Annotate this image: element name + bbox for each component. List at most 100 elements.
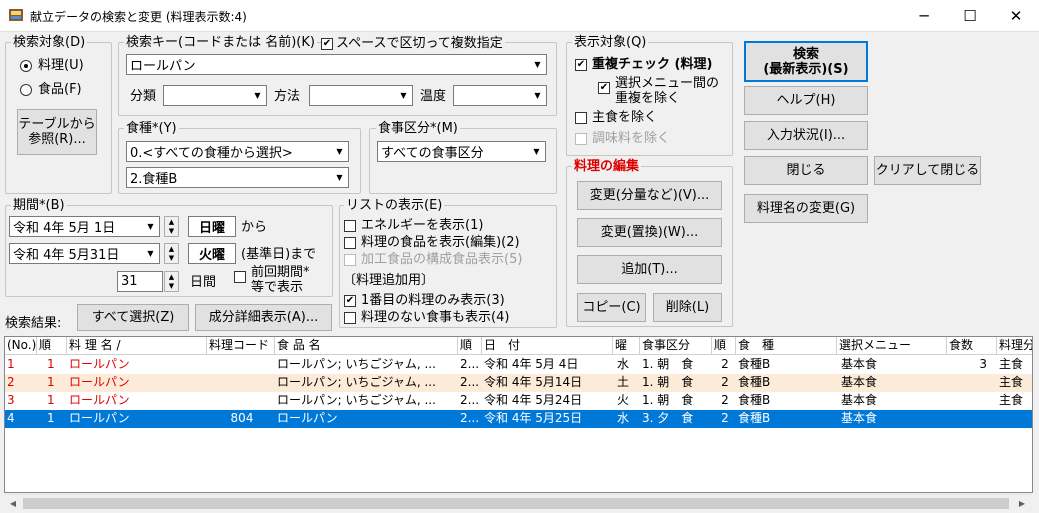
from-day: 日曜: [188, 216, 236, 237]
to-date-spinner[interactable]: ▲ ▼: [164, 243, 179, 264]
col-header-no[interactable]: (No.): [5, 337, 37, 355]
chevron-down-icon[interactable]: ▼: [530, 56, 545, 73]
search-button-label-2: (最新表示)(S): [763, 61, 849, 77]
chevron-down-icon[interactable]: ▼: [530, 87, 545, 104]
dish-edit-title: 料理の編集: [572, 159, 642, 174]
chevron-down-icon[interactable]: ▼: [143, 218, 158, 235]
sel-menu-option[interactable]: ✔ 選択メニュー間の 重複を除く: [598, 76, 719, 106]
maximize-button[interactable]: ☐: [947, 0, 993, 32]
energy-option[interactable]: エネルギーを表示(1): [344, 218, 483, 233]
table-row-selected[interactable]: 4 1 ロールパン 804 ロールパン 2... 令和 4年 5月25日 水 3…: [5, 410, 1032, 428]
rename-dish-button[interactable]: 料理名の変更(G): [744, 194, 868, 223]
change-replace-button[interactable]: 変更(置換)(W)...: [577, 218, 722, 247]
exclude-staple-checkbox[interactable]: [575, 111, 587, 124]
col-header-dish-code[interactable]: 料理コード: [207, 337, 275, 355]
prev-period-option[interactable]: 前回期間* 等で表示: [234, 265, 310, 295]
space-multi-checkbox[interactable]: ✔: [321, 37, 333, 50]
houhou-select[interactable]: ▼: [309, 85, 413, 106]
first-only-checkbox[interactable]: ✔: [344, 294, 356, 307]
from-date-spinner[interactable]: ▲ ▼: [164, 216, 179, 237]
col-header-count[interactable]: 食数: [947, 337, 997, 355]
cell-dish-code: 804: [230, 411, 254, 425]
food-type-title: 食種*(Y): [124, 121, 179, 136]
space-multi-option[interactable]: ✔ スペースで区切って複数指定: [321, 36, 505, 51]
chevron-down-icon[interactable]: ▼: [332, 143, 347, 160]
col-header-food-type[interactable]: 食 種: [736, 337, 837, 355]
table-row[interactable]: 3 1 ロールパン ロールパン; いちごジャム, ... 2... 令和 4年 …: [5, 392, 1032, 410]
dup-check-checkbox[interactable]: ✔: [575, 58, 587, 71]
col-header-weekday[interactable]: 曜: [613, 337, 640, 355]
table-row[interactable]: 1 1 ロールパン ロールパン; いちごジャム, ... 2... 令和 4年 …: [5, 356, 1032, 374]
search-key-input[interactable]: ロールパン ▼: [126, 54, 547, 75]
col-header-order2[interactable]: 順: [458, 337, 482, 355]
result-grid[interactable]: (No.) 順 料 理 名 / 料理コード 食 品 名 順 日 付 曜 食事区分…: [4, 336, 1033, 493]
to-day: 火曜: [188, 243, 236, 264]
to-date-value: 令和 4年 5月31日: [13, 248, 120, 263]
days-spinner[interactable]: ▲ ▼: [164, 271, 179, 292]
table-row[interactable]: 2 1 ロールパン ロールパン; いちごジャム, ... 2... 令和 4年 …: [5, 374, 1032, 392]
radio-dish-indicator[interactable]: [20, 59, 32, 72]
add-note-label: 〔料理追加用〕: [343, 273, 435, 288]
select-all-button[interactable]: すべて選択(Z): [77, 304, 189, 331]
exclude-staple-option[interactable]: 主食を除く: [575, 110, 657, 125]
col-header-dish-class[interactable]: 料理分: [997, 337, 1032, 355]
search-key-title: 検索キー(コードまたは 名前)(K): [124, 35, 317, 50]
meal-div-select[interactable]: すべての食事区分 ▼: [377, 141, 546, 162]
bunrui-select[interactable]: ▼: [163, 85, 267, 106]
chevron-down-icon[interactable]: ▼: [143, 245, 158, 262]
food-type-select-2[interactable]: 2.食種B ▼: [126, 167, 349, 188]
cell-dish-code: [207, 392, 275, 410]
scroll-left-icon[interactable]: ◀: [7, 497, 19, 509]
foods-edit-option[interactable]: 料理の食品を表示(編集)(2): [344, 235, 520, 250]
input-status-button[interactable]: 入力状況(I)...: [744, 121, 868, 150]
clear-close-button[interactable]: クリアして閉じる: [874, 156, 981, 185]
first-only-label: 1番目の料理のみ表示(3): [361, 293, 505, 308]
days-input[interactable]: 31: [117, 271, 163, 292]
dup-check-option[interactable]: ✔ 重複チェック (料理): [575, 57, 712, 72]
horizontal-scrollbar[interactable]: ◀ ▶: [5, 494, 1032, 511]
energy-checkbox[interactable]: [344, 219, 356, 232]
col-header-food-name[interactable]: 食 品 名: [275, 337, 458, 355]
cell-weekday: 水: [617, 411, 630, 425]
chevron-down-icon[interactable]: ▼: [250, 87, 265, 104]
radio-food-indicator[interactable]: [20, 83, 32, 96]
cell-food-name: ロールパン; いちごジャム, ...: [277, 357, 436, 371]
col-header-order1[interactable]: 順: [37, 337, 67, 355]
delete-button[interactable]: 削除(L): [653, 293, 722, 322]
close-window-button[interactable]: ✕: [993, 0, 1039, 32]
col-header-sel-menu[interactable]: 選択メニュー: [837, 337, 947, 355]
table-reference-button[interactable]: テーブルから 参照(R)...: [17, 109, 97, 155]
to-date-picker[interactable]: 令和 4年 5月31日 ▼: [9, 243, 160, 264]
no-dish-checkbox[interactable]: [344, 311, 356, 324]
no-dish-option[interactable]: 料理のない食事も表示(4): [344, 310, 509, 325]
col-header-order3[interactable]: 順: [712, 337, 736, 355]
close-button[interactable]: 閉じる: [744, 156, 868, 185]
col-header-date[interactable]: 日 付: [482, 337, 613, 355]
col-header-dish-name[interactable]: 料 理 名 /: [67, 337, 207, 355]
detail-button[interactable]: 成分詳細表示(A)...: [195, 304, 332, 331]
radio-food[interactable]: 食品(F): [20, 82, 82, 97]
to-suffix: (基準日)まで: [241, 247, 317, 262]
scroll-right-icon[interactable]: ▶: [1016, 497, 1028, 509]
chevron-down-icon[interactable]: ▼: [396, 87, 411, 104]
cell-order3: 2: [721, 393, 729, 407]
scroll-thumb[interactable]: [23, 498, 1009, 509]
radio-dish[interactable]: 料理(U): [20, 58, 84, 73]
col-header-meal-div[interactable]: 食事区分: [640, 337, 712, 355]
help-button[interactable]: ヘルプ(H): [744, 86, 868, 115]
add-button[interactable]: 追加(T)...: [577, 255, 722, 284]
food-type-select-1[interactable]: 0.<すべての食種から選択> ▼: [126, 141, 349, 162]
prev-period-label-2: 等で表示: [251, 280, 304, 295]
prev-period-checkbox[interactable]: [234, 271, 246, 283]
from-date-picker[interactable]: 令和 4年 5月 1日 ▼: [9, 216, 160, 237]
foods-edit-checkbox[interactable]: [344, 236, 356, 249]
first-only-option[interactable]: ✔ 1番目の料理のみ表示(3): [344, 293, 505, 308]
search-button[interactable]: 検索 (最新表示)(S): [744, 41, 868, 82]
chevron-down-icon[interactable]: ▼: [529, 143, 544, 160]
minimize-button[interactable]: ─: [901, 0, 947, 32]
sel-menu-checkbox[interactable]: ✔: [598, 82, 610, 94]
copy-button[interactable]: コピー(C): [577, 293, 646, 322]
ondo-select[interactable]: ▼: [453, 85, 547, 106]
chevron-down-icon[interactable]: ▼: [332, 169, 347, 186]
change-amount-button[interactable]: 変更(分量など)(V)...: [577, 181, 722, 210]
